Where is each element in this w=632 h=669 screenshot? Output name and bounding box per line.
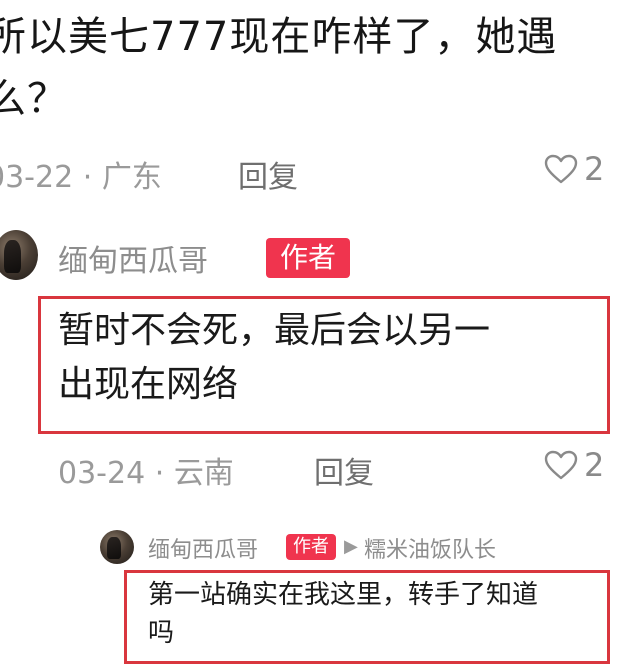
- heart-icon: [544, 450, 578, 480]
- reply-button[interactable]: 回复: [314, 448, 374, 492]
- sub-reply-line-2: 吗: [148, 618, 175, 648]
- meta-separator: ·: [154, 456, 174, 491]
- comment-date: 03-22: [0, 160, 74, 195]
- comment-location: 云南: [173, 456, 234, 491]
- avatar[interactable]: [100, 530, 134, 564]
- author-reply-line-1: 暂时不会死，最后会以另一: [58, 310, 491, 351]
- sub-reply-username[interactable]: 缅甸西瓜哥: [148, 532, 258, 564]
- like-button[interactable]: 2: [544, 150, 604, 188]
- reply-arrow-icon: ▶: [344, 536, 358, 557]
- top-comment-line-1: 所以美七777现在咋样了，她遇: [0, 14, 558, 60]
- comment-location: 广东: [101, 160, 162, 195]
- meta-separator: ·: [82, 160, 102, 195]
- author-reply-meta: 03-24 · 云南: [58, 448, 234, 492]
- author-badge: 作者: [286, 534, 336, 560]
- author-reply-text: 暂时不会死，最后会以另一 出现在网络: [58, 304, 618, 412]
- reply-to-username[interactable]: 糯米油饭队长: [364, 532, 496, 564]
- comment-date: 03-24: [58, 456, 146, 491]
- author-badge: 作者: [266, 238, 350, 278]
- like-button[interactable]: 2: [544, 446, 604, 484]
- sub-reply-line-1: 第一站确实在我这里，转手了知道: [148, 580, 539, 610]
- top-comment-line-2: 么？: [0, 76, 68, 122]
- like-count: 2: [584, 150, 605, 188]
- like-count: 2: [584, 446, 605, 484]
- author-username[interactable]: 缅甸西瓜哥: [58, 236, 208, 280]
- reply-button[interactable]: 回复: [238, 152, 298, 196]
- heart-icon: [544, 154, 578, 184]
- avatar[interactable]: [0, 230, 38, 280]
- sub-reply-text: 第一站确实在我这里，转手了知道 吗: [148, 576, 608, 652]
- author-reply-line-2: 出现在网络: [58, 364, 239, 405]
- top-comment-meta: 03-22 · 广东: [0, 152, 162, 196]
- top-comment-text: 所以美七777现在咋样了，她遇 么？: [0, 6, 626, 130]
